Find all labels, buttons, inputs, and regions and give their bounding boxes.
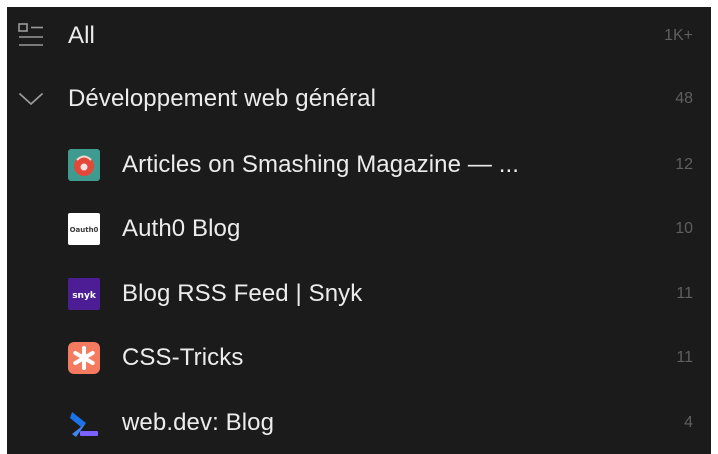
auth0-favicon: Oauth0 xyxy=(68,213,100,245)
snyk-favicon-text: snyk xyxy=(72,291,97,301)
feed-label: CSS-Tricks xyxy=(122,344,244,371)
all-feeds-count: 1K+ xyxy=(664,27,693,44)
all-feeds-item[interactable]: All 1K+ xyxy=(7,7,711,65)
feed-sidebar: All 1K+ Développement web général 48 Art… xyxy=(7,7,711,454)
chevron-down-icon[interactable] xyxy=(17,85,45,113)
auth0-favicon-text: Oauth0 xyxy=(70,226,99,234)
smashing-magazine-favicon xyxy=(68,149,100,181)
feed-count: 11 xyxy=(676,285,693,302)
list-view-icon xyxy=(17,22,45,50)
feed-item-css-tricks[interactable]: CSS-Tricks 11 xyxy=(7,329,711,387)
feed-item-smashing-magazine[interactable]: Articles on Smashing Magazine — ... 12 xyxy=(7,136,711,194)
feed-label: web.dev: Blog xyxy=(122,409,275,436)
feed-count: 12 xyxy=(675,156,693,173)
web-dev-favicon xyxy=(68,407,100,439)
all-feeds-label: All xyxy=(68,22,95,49)
feed-count: 11 xyxy=(676,349,693,366)
feed-label: Articles on Smashing Magazine — ... xyxy=(122,151,520,178)
folder-label: Développement web général xyxy=(68,85,377,112)
feed-item-web-dev-blog[interactable]: web.dev: Blog 4 xyxy=(7,394,711,452)
folder-count: 48 xyxy=(675,90,693,107)
feed-label: Auth0 Blog xyxy=(122,215,241,242)
feed-item-snyk-blog[interactable]: snyk Blog RSS Feed | Snyk 11 xyxy=(7,265,711,323)
snyk-favicon: snyk xyxy=(68,278,100,310)
css-tricks-favicon xyxy=(68,342,100,374)
feed-item-auth0-blog[interactable]: Oauth0 Auth0 Blog 10 xyxy=(7,200,711,258)
feed-count: 10 xyxy=(675,220,693,237)
feed-label: Blog RSS Feed | Snyk xyxy=(122,280,363,307)
feed-count: 4 xyxy=(684,414,693,431)
folder-item-developpement-web[interactable]: Développement web général 48 xyxy=(7,70,711,128)
